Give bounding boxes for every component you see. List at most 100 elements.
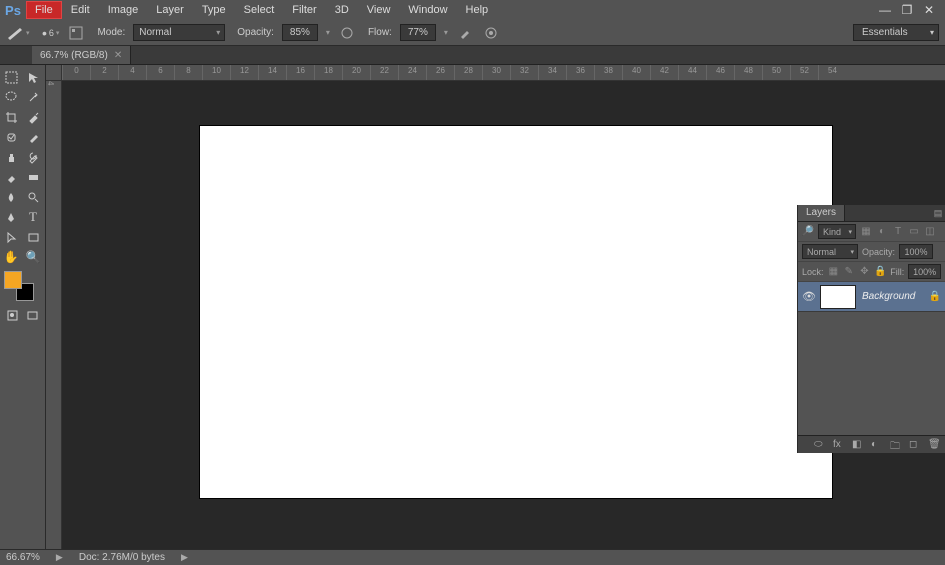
magic-wand-tool[interactable]: [22, 87, 44, 107]
horizontal-ruler[interactable]: 0246810121416182022242628303234363840424…: [62, 65, 945, 81]
menu-image[interactable]: Image: [99, 1, 148, 19]
flow-label: Flow:: [368, 27, 392, 38]
lasso-tool[interactable]: [0, 87, 22, 107]
brush-preset[interactable]: • 6 ▾: [42, 25, 59, 41]
pen-tool[interactable]: [0, 207, 22, 227]
document-canvas[interactable]: [200, 126, 832, 498]
healing-brush-tool[interactable]: [0, 127, 22, 147]
layer-filter-row: 🔎 Kind ▦ ◐ T ▭ ◫: [798, 222, 945, 242]
lock-position-icon[interactable]: ✥: [859, 266, 871, 278]
shape-tool[interactable]: [22, 227, 44, 247]
link-layers-icon[interactable]: ⬭: [814, 439, 825, 450]
menu-edit[interactable]: Edit: [62, 1, 99, 19]
delete-layer-icon[interactable]: 🗑: [928, 439, 939, 450]
ruler-tick: 32: [510, 65, 538, 80]
ruler-tick: 4: [46, 81, 55, 109]
eraser-tool[interactable]: [0, 167, 22, 187]
ruler-tick: 46: [706, 65, 734, 80]
panel-menu-icon[interactable]: ▤: [931, 205, 945, 221]
filter-smart-icon[interactable]: ◫: [924, 226, 936, 238]
new-layer-icon[interactable]: ◻: [909, 439, 920, 450]
vertical-ruler[interactable]: 4: [46, 81, 62, 549]
zoom-tool[interactable]: 🔍: [22, 247, 44, 267]
document-tab-bar: » 66.7% (RGB/8) ✕: [0, 46, 945, 65]
ruler-tick: 0: [62, 65, 90, 80]
flow-input[interactable]: 77%: [400, 24, 436, 41]
menu-view[interactable]: View: [358, 1, 400, 19]
zoom-level[interactable]: 66.67%: [6, 552, 40, 563]
ruler-tick: 34: [538, 65, 566, 80]
doc-info-flyout-icon[interactable]: ▶: [181, 552, 188, 563]
screen-mode-toggle[interactable]: [23, 305, 44, 325]
menu-window[interactable]: Window: [399, 1, 456, 19]
color-swatches[interactable]: [0, 267, 45, 303]
crop-tool[interactable]: [0, 107, 22, 127]
pressure-size-icon[interactable]: [482, 24, 500, 42]
workspace-switcher[interactable]: Essentials: [853, 24, 939, 41]
ruler-tick: 4: [118, 65, 146, 80]
menu-3d[interactable]: 3D: [326, 1, 358, 19]
foreground-color-swatch[interactable]: [4, 271, 22, 289]
menu-filter[interactable]: Filter: [283, 1, 325, 19]
type-tool[interactable]: T: [22, 207, 44, 227]
status-bar: 66.67% ▶ Doc: 2.76M/0 bytes ▶: [0, 549, 945, 565]
history-brush-tool[interactable]: [22, 147, 44, 167]
menu-layer[interactable]: Layer: [147, 1, 193, 19]
layer-row[interactable]: 👁 Background 🔒: [798, 282, 945, 312]
adjustment-layer-icon[interactable]: ◐: [871, 439, 882, 450]
layers-tab[interactable]: Layers: [798, 205, 845, 221]
tool-preset-picker[interactable]: ▾: [6, 24, 34, 42]
brush-panel-toggle-icon[interactable]: [67, 24, 85, 42]
layer-mask-icon[interactable]: ◧: [852, 439, 863, 450]
move-tool[interactable]: [22, 67, 44, 87]
menu-type[interactable]: Type: [193, 1, 235, 19]
marquee-tool[interactable]: [0, 67, 22, 87]
clone-stamp-tool[interactable]: [0, 147, 22, 167]
layer-fill-input[interactable]: 100%: [908, 264, 941, 279]
dodge-tool[interactable]: [22, 187, 44, 207]
ruler-tick: 50: [762, 65, 790, 80]
filter-pixel-icon[interactable]: ▦: [860, 226, 872, 238]
blur-tool[interactable]: [0, 187, 22, 207]
menu-file[interactable]: File: [26, 1, 62, 19]
ruler-origin[interactable]: [46, 65, 62, 81]
filter-shape-icon[interactable]: ▭: [908, 226, 920, 238]
layer-blend-select[interactable]: Normal: [802, 244, 858, 259]
document-tab[interactable]: 66.7% (RGB/8) ✕: [32, 46, 131, 64]
airbrush-icon[interactable]: [456, 24, 474, 42]
ruler-tick: 10: [202, 65, 230, 80]
menu-help[interactable]: Help: [457, 1, 498, 19]
hand-tool[interactable]: ✋: [0, 247, 22, 267]
status-flyout-icon[interactable]: ▶: [56, 552, 63, 563]
group-icon[interactable]: 🗀: [890, 439, 901, 450]
menu-select[interactable]: Select: [235, 1, 284, 19]
opacity-input[interactable]: 85%: [282, 24, 318, 41]
lock-all-icon[interactable]: 🔒: [874, 266, 886, 278]
close-button[interactable]: ✕: [919, 3, 939, 17]
minimize-button[interactable]: —: [875, 3, 895, 17]
close-tab-icon[interactable]: ✕: [114, 50, 122, 61]
layer-opacity-input[interactable]: 100%: [899, 244, 933, 259]
lock-pixels-icon[interactable]: ✎: [843, 266, 855, 278]
gradient-tool[interactable]: [22, 167, 44, 187]
filter-adjust-icon[interactable]: ◐: [876, 226, 888, 238]
window-controls: — ❐ ✕: [875, 3, 945, 17]
quick-mask-toggle[interactable]: [2, 305, 23, 325]
path-selection-tool[interactable]: [0, 227, 22, 247]
blend-mode-select[interactable]: Normal: [133, 24, 225, 41]
eyedropper-tool[interactable]: [22, 107, 44, 127]
pressure-opacity-icon[interactable]: [338, 24, 356, 42]
maximize-button[interactable]: ❐: [897, 3, 917, 17]
layer-name[interactable]: Background: [862, 291, 923, 302]
filter-type-icon[interactable]: T: [892, 226, 904, 238]
brush-tool[interactable]: [22, 127, 44, 147]
layer-fx-icon[interactable]: fx: [833, 439, 844, 450]
doc-size[interactable]: Doc: 2.76M/0 bytes: [79, 552, 165, 563]
visibility-toggle-icon[interactable]: 👁: [802, 290, 814, 303]
lock-transparent-icon[interactable]: ▦: [828, 266, 840, 278]
filter-kind-select[interactable]: Kind: [818, 224, 856, 239]
layer-thumbnail[interactable]: [820, 285, 856, 309]
opacity-flyout-icon[interactable]: ▾: [326, 28, 330, 37]
flow-flyout-icon[interactable]: ▾: [444, 28, 448, 37]
ruler-tick: 2: [90, 65, 118, 80]
